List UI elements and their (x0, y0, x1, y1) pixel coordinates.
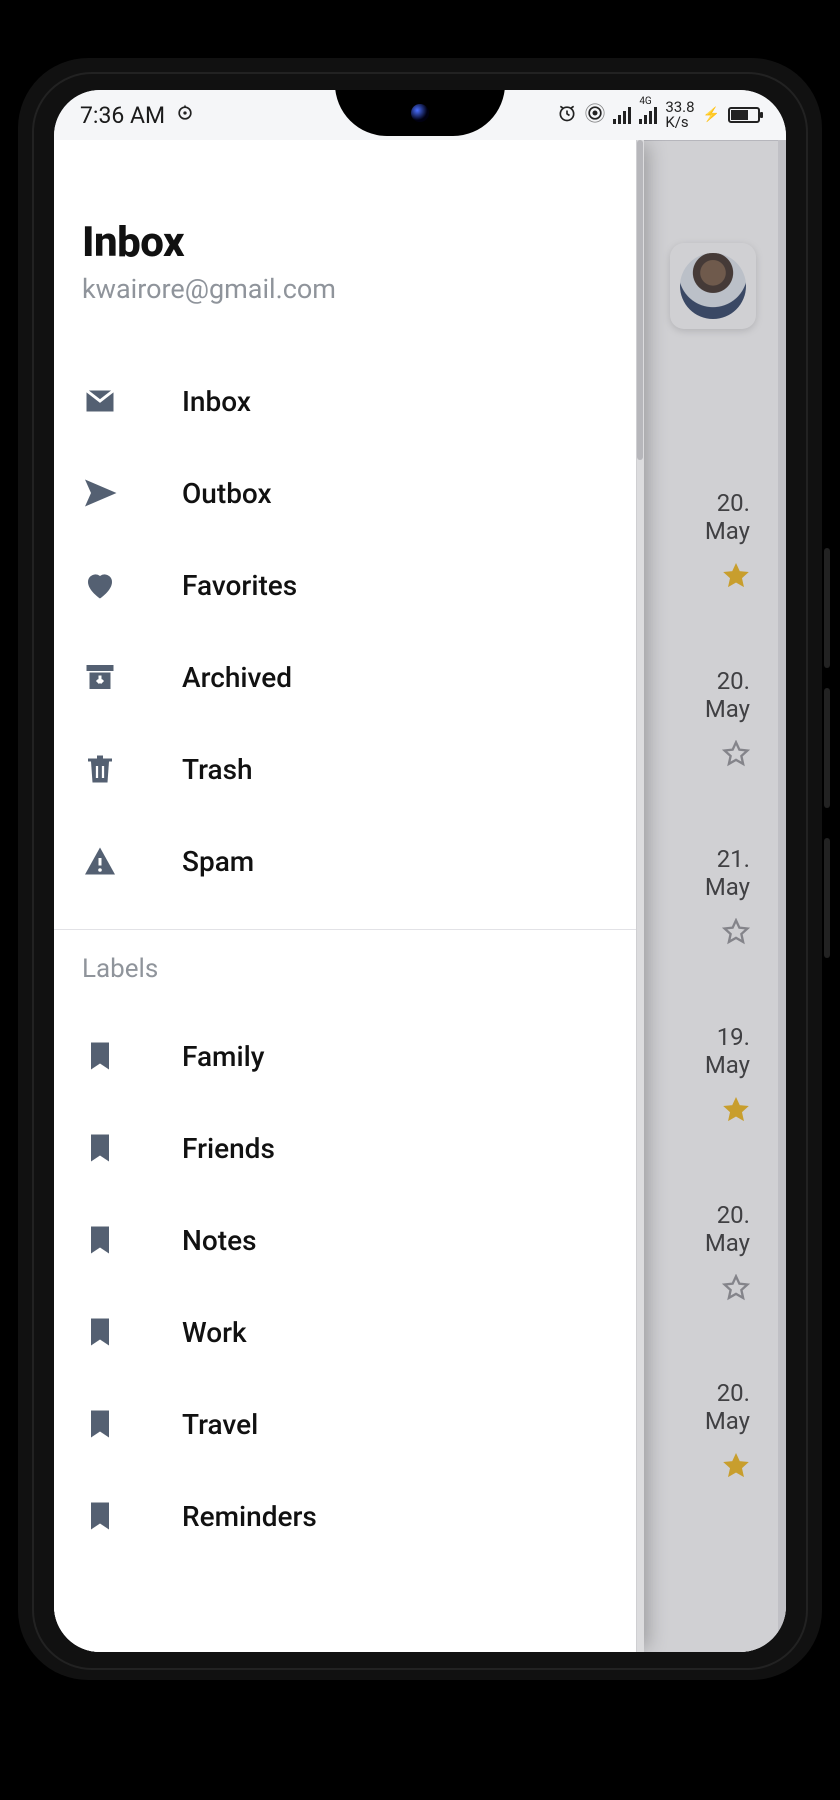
nav-item-label: Spam (182, 845, 254, 878)
archive-icon (82, 659, 142, 695)
nav-item-trash[interactable]: Trash (54, 723, 644, 815)
label-item-label: Friends (182, 1132, 275, 1165)
label-item-label: Family (182, 1040, 264, 1073)
bookmark-icon (82, 1498, 142, 1534)
label-item-notes[interactable]: Notes (54, 1194, 644, 1286)
power-button[interactable] (824, 838, 830, 958)
screen: 7:36 AM 4G 33.8K/s (54, 90, 786, 1652)
drawer-scrollbar-thumb[interactable] (637, 140, 643, 460)
drawer-scrollbar-track[interactable] (636, 140, 644, 1652)
drawer-labels: Family Friends Notes Work Travel Reminders (54, 1010, 644, 1562)
warn-icon (82, 843, 142, 879)
hotspot-icon (585, 102, 605, 129)
drawer-separator (54, 929, 644, 930)
net-rate: 33.8K/s (665, 100, 694, 130)
status-time: 7:36 AM (80, 102, 165, 129)
nav-item-spam[interactable]: Spam (54, 815, 644, 907)
bookmark-icon (82, 1130, 142, 1166)
signal-icon-2: 4G (639, 106, 657, 124)
drawer-header: Inbox kwairore@gmail.com (54, 140, 644, 325)
alarm-icon (557, 102, 577, 129)
battery-icon (728, 107, 760, 123)
drawer-title: Inbox (82, 218, 616, 267)
drawer-account-email: kwairore@gmail.com (82, 273, 616, 305)
drawer-folders: Inbox Outbox Favorites Archived Trash Spam (54, 325, 644, 907)
heart-icon (82, 567, 142, 603)
mail-icon (82, 383, 142, 419)
nav-item-outbox[interactable]: Outbox (54, 447, 644, 539)
label-item-reminders[interactable]: Reminders (54, 1470, 644, 1562)
charging-icon: ⚡ (703, 107, 720, 123)
label-item-work[interactable]: Work (54, 1286, 644, 1378)
nav-item-label: Outbox (182, 477, 272, 510)
label-item-travel[interactable]: Travel (54, 1378, 644, 1470)
drawer-scrim[interactable] (644, 140, 786, 1652)
nav-item-inbox[interactable]: Inbox (54, 355, 644, 447)
drawer-labels-title: Labels (54, 954, 644, 1010)
nav-item-label: Favorites (182, 569, 297, 602)
trash-icon (82, 751, 142, 787)
label-item-label: Work (182, 1316, 247, 1349)
bookmark-icon (82, 1222, 142, 1258)
label-item-friends[interactable]: Friends (54, 1102, 644, 1194)
bookmark-icon (82, 1314, 142, 1350)
signal-icon-1 (613, 106, 631, 124)
label-item-label: Notes (182, 1224, 256, 1257)
label-item-label: Travel (182, 1408, 258, 1441)
phone-frame: 7:36 AM 4G 33.8K/s (18, 58, 822, 1680)
label-item-family[interactable]: Family (54, 1010, 644, 1102)
location-icon (175, 102, 195, 129)
send-icon (82, 475, 142, 511)
nav-item-label: Inbox (182, 385, 251, 418)
bookmark-icon (82, 1038, 142, 1074)
navigation-drawer: Inbox kwairore@gmail.com Inbox Outbox Favo… (54, 140, 644, 1652)
bookmark-icon (82, 1406, 142, 1442)
label-item-label: Reminders (182, 1500, 317, 1533)
nav-item-label: Archived (182, 661, 292, 694)
volume-down-button[interactable] (824, 688, 830, 808)
volume-up-button[interactable] (824, 548, 830, 668)
nav-item-label: Trash (182, 753, 253, 786)
nav-item-archived[interactable]: Archived (54, 631, 644, 723)
nav-item-favorites[interactable]: Favorites (54, 539, 644, 631)
